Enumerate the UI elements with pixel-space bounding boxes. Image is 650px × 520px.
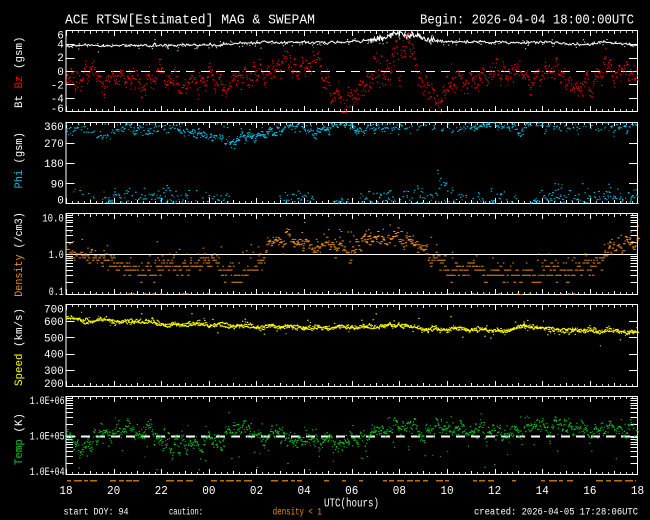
svg-text:2: 2: [57, 53, 64, 65]
svg-text:600: 600: [44, 317, 64, 329]
svg-text:270: 270: [44, 139, 64, 151]
svg-text:ACE RTSW[Estimated] MAG & SWEP: ACE RTSW[Estimated] MAG & SWEPAM: [65, 14, 315, 29]
svg-text:caution:: caution:: [169, 507, 203, 519]
svg-text:700: 700: [44, 305, 64, 317]
svg-text:10: 10: [440, 484, 453, 498]
svg-text:300: 300: [44, 366, 64, 378]
svg-text:22: 22: [155, 484, 168, 498]
svg-text:06: 06: [345, 484, 358, 498]
svg-text:1.0E+04: 1.0E+04: [30, 467, 65, 479]
svg-text:1.0: 1.0: [49, 250, 64, 262]
svg-text:14: 14: [536, 484, 549, 498]
svg-text:0: 0: [57, 196, 64, 208]
svg-text:20: 20: [107, 484, 120, 498]
svg-text:08: 08: [393, 484, 406, 498]
svg-text:0.1: 0.1: [49, 287, 64, 299]
svg-text:Temp (K): Temp (K): [14, 413, 26, 465]
svg-text:10.0: 10.0: [42, 213, 64, 225]
svg-text:created: 2026-04-05 17:28:06UT: created: 2026-04-05 17:28:06UTC: [474, 507, 638, 519]
svg-text:90: 90: [51, 179, 64, 191]
svg-text:4: 4: [57, 39, 64, 51]
svg-text:500: 500: [44, 333, 64, 345]
svg-text:18: 18: [59, 484, 72, 498]
svg-text:1.0E+05: 1.0E+05: [30, 432, 65, 444]
svg-text:200: 200: [44, 379, 64, 391]
svg-text:360: 360: [44, 122, 64, 134]
svg-text:Bt Bz (gsm): Bt Bz (gsm): [14, 36, 26, 108]
svg-text:180: 180: [44, 159, 64, 171]
svg-text:density < 1: density < 1: [273, 507, 322, 519]
svg-text:-2: -2: [51, 81, 64, 93]
svg-text:Density (/cm3): Density (/cm3): [14, 212, 26, 297]
svg-text:Phi (gsm): Phi (gsm): [14, 132, 26, 189]
svg-text:02: 02: [250, 484, 263, 498]
svg-text:00: 00: [202, 484, 215, 498]
svg-text:16: 16: [583, 484, 596, 498]
svg-text:04: 04: [298, 484, 311, 498]
svg-text:12: 12: [488, 484, 501, 498]
svg-text:Speed (km/s): Speed (km/s): [14, 308, 26, 386]
svg-text:0: 0: [57, 67, 64, 79]
svg-text:-6: -6: [51, 104, 64, 116]
svg-text:400: 400: [44, 350, 64, 362]
svg-text:18: 18: [631, 484, 644, 498]
svg-text:start DOY: 94: start DOY: 94: [64, 508, 129, 519]
svg-text:Begin: 2026-04-04 18:00:00UTC: Begin: 2026-04-04 18:00:00UTC: [420, 14, 634, 29]
svg-text:1.0E+06: 1.0E+06: [30, 396, 65, 408]
svg-text:UTC(hours): UTC(hours): [324, 498, 379, 511]
